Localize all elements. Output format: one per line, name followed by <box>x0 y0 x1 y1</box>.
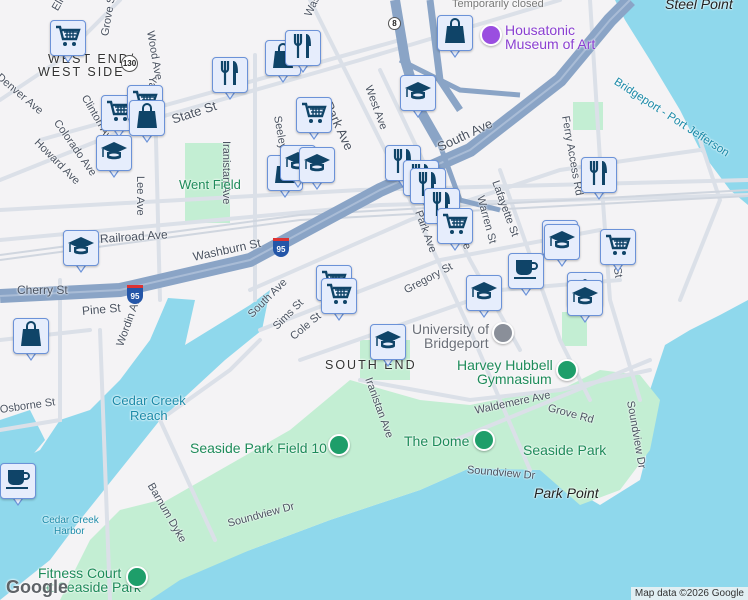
water-label: Cedar Creek <box>42 515 99 526</box>
marker-box[interactable] <box>544 224 580 260</box>
coffee-marker[interactable] <box>0 463 36 509</box>
water-label: Cedar Creek <box>112 393 186 408</box>
school-icon <box>404 80 432 107</box>
shopping-bag-icon <box>20 320 42 352</box>
food-marker[interactable] <box>212 57 248 103</box>
area-label-west-side: WEST SIDE <box>38 65 125 79</box>
marker-box[interactable] <box>212 57 248 93</box>
marker-box[interactable] <box>0 463 36 499</box>
marker-box[interactable] <box>63 230 99 266</box>
poi-label-gym[interactable]: Gymnasium <box>477 371 552 387</box>
school-icon <box>100 140 128 167</box>
school-icon <box>374 329 402 356</box>
map-attribution[interactable]: Map data ©2026 Google <box>630 587 748 600</box>
grocery-cart-icon <box>55 24 81 53</box>
area-label-park-point: Park Point <box>534 485 599 501</box>
bag-marker[interactable] <box>13 318 49 364</box>
marker-box[interactable] <box>370 324 406 360</box>
water-label: Harbor <box>54 526 85 537</box>
tree-icon[interactable] <box>328 434 350 456</box>
school-marker[interactable] <box>370 324 406 370</box>
coffee-marker[interactable] <box>508 253 544 299</box>
shopping-bag-icon <box>136 102 158 134</box>
marker-box[interactable] <box>400 75 436 111</box>
restaurant-icon <box>588 160 610 191</box>
cart-marker[interactable] <box>50 20 86 66</box>
restaurant-icon <box>219 60 241 91</box>
marker-box[interactable] <box>13 318 49 354</box>
tree-icon[interactable] <box>473 429 495 451</box>
university-icon[interactable] <box>492 322 514 344</box>
marker-box[interactable] <box>508 253 544 289</box>
google-logo: Google <box>6 577 68 597</box>
school-marker[interactable] <box>400 75 436 121</box>
food-marker[interactable] <box>285 30 321 76</box>
bag-marker[interactable] <box>437 15 473 61</box>
school-icon <box>303 152 331 179</box>
marker-box[interactable] <box>567 280 603 316</box>
school-icon <box>571 285 599 312</box>
poi-label-seaside[interactable]: Seaside Park <box>523 442 606 458</box>
school-marker[interactable] <box>63 230 99 276</box>
marker-box[interactable] <box>50 20 86 56</box>
school-marker[interactable] <box>567 280 603 326</box>
route-8-shield-icon: 8 <box>388 17 401 30</box>
cart-marker[interactable] <box>321 278 357 324</box>
street-label: Cherry St <box>17 283 68 297</box>
food-marker[interactable] <box>581 157 617 203</box>
marker-box[interactable] <box>299 147 335 183</box>
restaurant-icon <box>292 33 314 64</box>
school-marker[interactable] <box>466 275 502 321</box>
marker-box[interactable] <box>321 278 357 314</box>
marker-box[interactable] <box>581 157 617 193</box>
marker-box[interactable] <box>437 15 473 51</box>
place-pin-icon[interactable] <box>556 359 578 381</box>
marker-box[interactable] <box>437 208 473 244</box>
route-130-shield-icon: 130 <box>121 55 138 72</box>
interstate-95-shield-icon: 95 <box>127 285 143 304</box>
poi-status: Temporarily closed <box>452 0 544 10</box>
marker-box[interactable] <box>96 135 132 171</box>
school-icon <box>67 235 95 262</box>
harbor-water <box>615 0 748 205</box>
bag-marker[interactable] <box>129 100 165 146</box>
grocery-cart-icon <box>301 101 327 130</box>
coffee-icon <box>513 258 539 285</box>
street-label: Iranistan Ave <box>220 141 232 205</box>
grocery-cart-icon <box>605 233 631 262</box>
poi-label-dome[interactable]: The Dome <box>404 433 469 449</box>
grocery-cart-icon <box>326 282 352 311</box>
interstate-95-shield-icon: 95 <box>273 238 289 257</box>
museum-icon[interactable] <box>480 24 502 46</box>
poi-label-museum[interactable]: Museum of Art <box>505 37 595 52</box>
marker-box[interactable] <box>600 229 636 265</box>
school-icon <box>470 280 498 307</box>
marker-box[interactable] <box>296 97 332 133</box>
place-pin-icon[interactable] <box>126 566 148 588</box>
street-label: Lee Ave <box>134 176 146 216</box>
marker-box[interactable] <box>285 30 321 66</box>
school-marker[interactable] <box>544 224 580 270</box>
area-label-steel-point: Steel Point <box>665 0 733 12</box>
grocery-cart-icon <box>442 212 468 241</box>
school-marker[interactable] <box>96 135 132 181</box>
marker-box[interactable] <box>466 275 502 311</box>
school-marker[interactable] <box>299 147 335 193</box>
coffee-icon <box>5 468 31 495</box>
cart-marker[interactable] <box>600 229 636 275</box>
poi-label-field10[interactable]: Seaside Park Field 10 <box>190 440 327 456</box>
school-icon <box>548 229 576 256</box>
water-label: Reach <box>130 408 168 423</box>
cart-marker[interactable] <box>437 208 473 254</box>
poi-label-university[interactable]: Bridgeport <box>424 336 489 351</box>
marker-box[interactable] <box>129 100 165 136</box>
shopping-bag-icon <box>444 17 466 49</box>
cart-marker[interactable] <box>296 97 332 143</box>
park-label-went-field: Went Field <box>179 177 241 192</box>
